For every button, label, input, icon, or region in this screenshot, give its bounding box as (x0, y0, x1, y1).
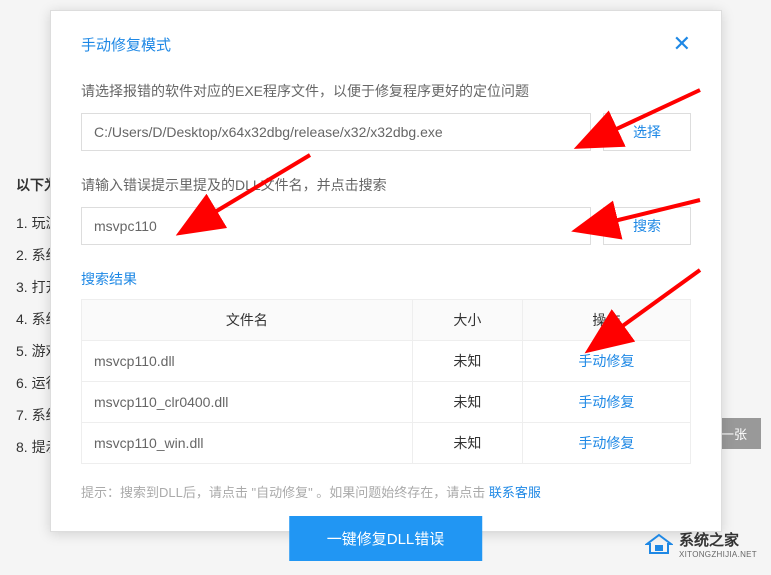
close-icon[interactable]: ✕ (673, 31, 691, 57)
brand-sub: XITONGZHIJIA.NET (679, 550, 757, 559)
dll-input-row: 搜索 (81, 207, 691, 245)
hint-text: 提示：搜索到DLL后，请点击 "自动修复" 。如果问题始终存在，请点击 联系客服 (81, 482, 691, 501)
select-button[interactable]: 选择 (603, 113, 691, 151)
brand-text: 系统之家 XITONGZHIJIA.NET (679, 529, 757, 559)
exe-path-input[interactable] (81, 113, 591, 151)
one-click-repair-button[interactable]: 一键修复DLL错误 (289, 516, 483, 561)
cell-size: 未知 (412, 382, 522, 423)
cell-size: 未知 (412, 341, 522, 382)
table-header-row: 文件名 大小 操作 (82, 300, 691, 341)
cell-size: 未知 (412, 423, 522, 464)
dll-instruction: 请输入错误提示里提及的DLL文件名，并点击搜索 (81, 175, 691, 195)
exe-instruction: 请选择报错的软件对应的EXE程序文件，以便于修复程序更好的定位问题 (81, 81, 691, 101)
cell-filename: msvcp110_clr0400.dll (82, 382, 413, 423)
th-size: 大小 (412, 300, 522, 341)
manual-repair-modal: 手动修复模式 ✕ 请选择报错的软件对应的EXE程序文件，以便于修复程序更好的定位… (50, 10, 722, 532)
brand-logo: 系统之家 XITONGZHIJIA.NET (645, 529, 757, 559)
manual-repair-link[interactable]: 手动修复 (522, 341, 690, 382)
table-row: msvcp110.dll 未知 手动修复 (82, 341, 691, 382)
contact-service-link[interactable]: 联系客服 (489, 485, 541, 500)
modal-header: 手动修复模式 ✕ (81, 31, 691, 57)
search-button[interactable]: 搜索 (603, 207, 691, 245)
cell-filename: msvcp110_win.dll (82, 423, 413, 464)
house-icon (645, 533, 673, 555)
manual-repair-link[interactable]: 手动修复 (522, 382, 690, 423)
manual-repair-link[interactable]: 手动修复 (522, 423, 690, 464)
cell-filename: msvcp110.dll (82, 341, 413, 382)
results-table: 文件名 大小 操作 msvcp110.dll 未知 手动修复 msvcp110_… (81, 299, 691, 464)
results-title: 搜索结果 (81, 269, 691, 289)
dll-search-input[interactable] (81, 207, 591, 245)
modal-title: 手动修复模式 (81, 34, 171, 55)
table-row: msvcp110_win.dll 未知 手动修复 (82, 423, 691, 464)
th-action: 操作 (522, 300, 690, 341)
table-row: msvcp110_clr0400.dll 未知 手动修复 (82, 382, 691, 423)
exe-input-row: 选择 (81, 113, 691, 151)
brand-main: 系统之家 (679, 529, 757, 550)
th-filename: 文件名 (82, 300, 413, 341)
hint-prefix: 提示：搜索到DLL后，请点击 "自动修复" 。如果问题始终存在，请点击 (81, 485, 489, 500)
